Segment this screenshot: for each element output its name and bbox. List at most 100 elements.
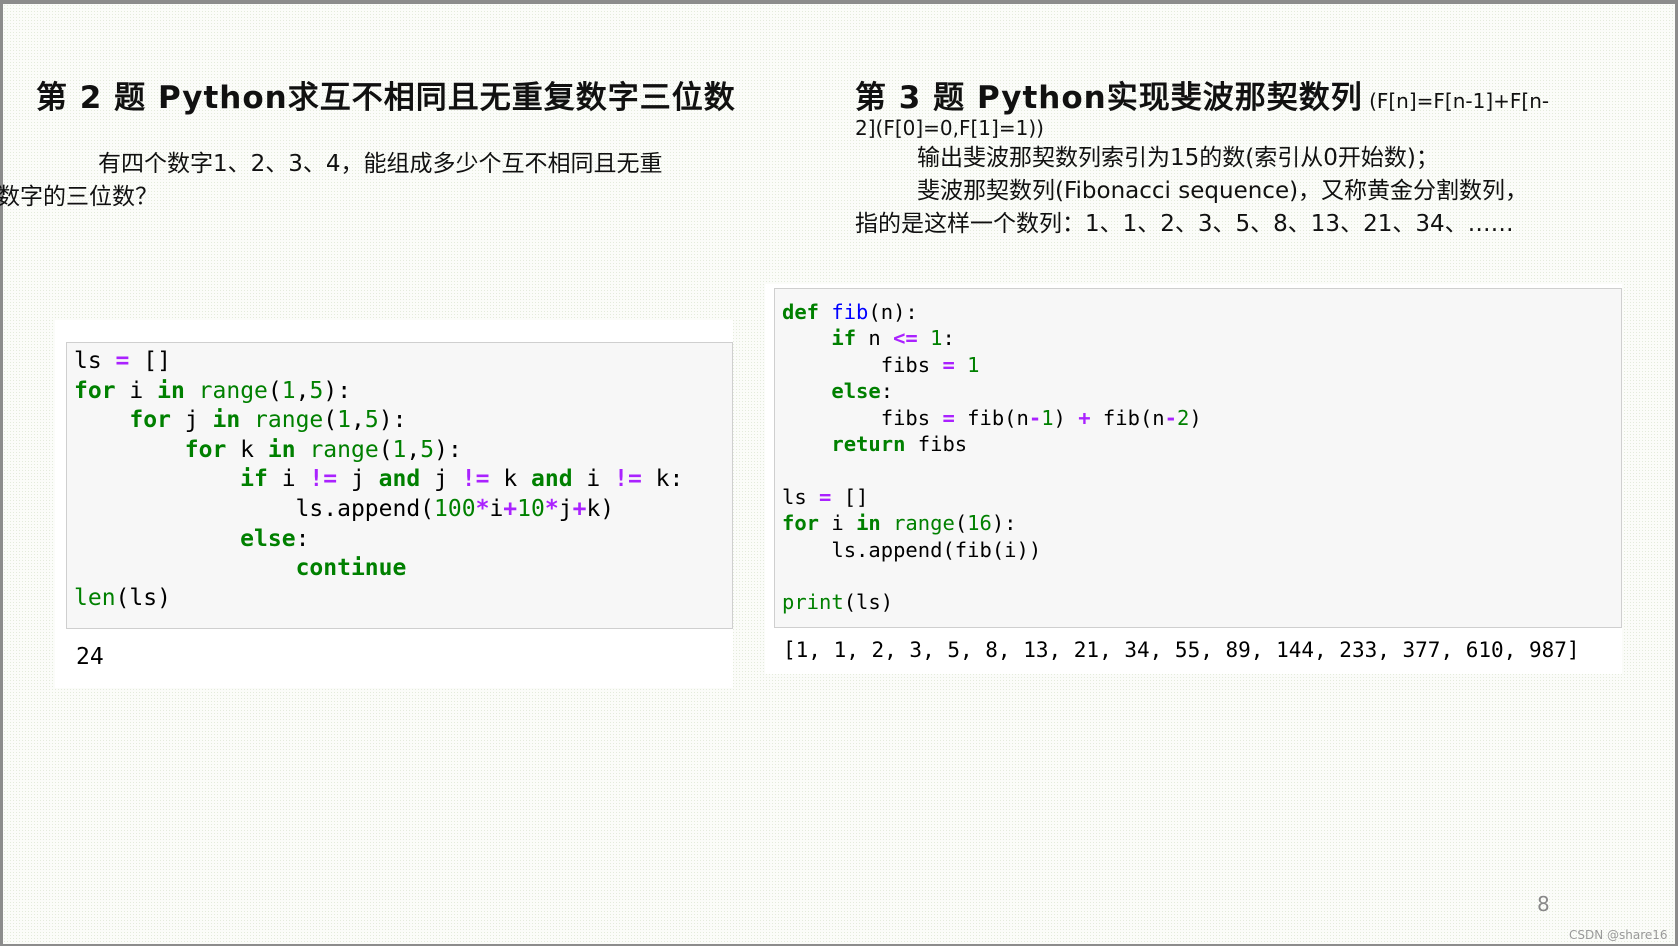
code-token: 1 bbox=[337, 407, 352, 434]
code-token: in bbox=[157, 377, 185, 404]
desc-line: 输出斐波那契数列索引为15的数(索引从0开始数)； bbox=[917, 145, 1439, 171]
code-line: else: bbox=[782, 378, 1614, 404]
code-token: ( bbox=[323, 407, 338, 434]
code-line: for i in range(16): bbox=[782, 510, 1614, 536]
code-token: != bbox=[309, 466, 338, 493]
code-token: ( bbox=[378, 436, 393, 463]
code-token: <= bbox=[893, 326, 918, 351]
code-token: in bbox=[267, 436, 296, 463]
code-token: + bbox=[503, 495, 518, 522]
left-code-block[interactable]: ls = [] for i in range(1,5): for j in ran… bbox=[66, 342, 733, 629]
code-token: 16 bbox=[967, 511, 992, 536]
code-token: in bbox=[212, 407, 241, 434]
code-token: 100 bbox=[434, 495, 476, 522]
code-token: def bbox=[782, 300, 820, 324]
code-token: ( bbox=[954, 511, 968, 536]
code-token: i bbox=[819, 511, 857, 536]
code-token: in bbox=[856, 511, 881, 536]
code-token: fib(n bbox=[954, 405, 1029, 430]
code-token: 5 bbox=[364, 407, 379, 434]
code-token: ): bbox=[323, 377, 352, 404]
code-token: 1 bbox=[281, 377, 296, 404]
code-token: n bbox=[856, 326, 894, 351]
left-description: 有四个数字1、2、3、4，能组成多少个互不相同且无重复数字的三位数？ bbox=[0, 148, 776, 214]
slide: 第 2 题 Python求互不相同且无重复数字三位数 有四个数字1、2、3、4，… bbox=[0, 4, 1675, 944]
code-token: i bbox=[115, 377, 158, 404]
code-token: ): bbox=[434, 436, 462, 463]
code-token: ls.append( bbox=[74, 495, 435, 522]
code-token: j bbox=[558, 495, 573, 522]
code-token: + bbox=[572, 495, 587, 522]
code-token: len bbox=[74, 584, 116, 611]
code-line: ls = [] bbox=[74, 347, 725, 377]
code-token: else bbox=[240, 525, 296, 552]
code-line: def fib(n): bbox=[782, 299, 1614, 325]
code-line: continue bbox=[74, 554, 725, 584]
code-token: 1 bbox=[392, 436, 407, 463]
watermark: CSDN @share16 bbox=[1569, 928, 1668, 942]
code-token: fib bbox=[831, 300, 869, 324]
code-token: ) bbox=[1053, 405, 1079, 430]
code-line: fibs = 1 bbox=[782, 352, 1614, 378]
code-token: fibs bbox=[905, 432, 968, 457]
code-line: for i in range(1,5): bbox=[74, 377, 725, 407]
code-line: if i != j and j != k and i != k: bbox=[74, 465, 725, 495]
code-token: i bbox=[572, 466, 615, 493]
code-token: k) bbox=[586, 495, 615, 522]
code-token: (ls) bbox=[843, 590, 894, 615]
code-line: print(ls) bbox=[782, 589, 1614, 615]
code-token: ): bbox=[991, 511, 1017, 536]
right-title-text: 第 3 题 Python实现斐波那契数列 bbox=[855, 80, 1363, 116]
code-token: range bbox=[198, 377, 268, 404]
code-token: = bbox=[819, 484, 832, 509]
code-token: [] bbox=[129, 348, 171, 374]
formula: (F[n]=F[n-1]+F[n- bbox=[1362, 89, 1550, 113]
code-token: * bbox=[544, 495, 559, 522]
code-token: 5 bbox=[420, 436, 435, 463]
right-code-block[interactable]: def fib(n): if n <= 1: fibs = 1 else: fi… bbox=[774, 288, 1622, 628]
code-token: ls bbox=[74, 348, 116, 374]
right-output: [1, 1, 2, 3, 5, 8, 13, 21, 34, 55, 89, 1… bbox=[783, 638, 1580, 662]
code-token: , bbox=[406, 436, 421, 463]
left-title: 第 2 题 Python求互不相同且无重复数字三位数 bbox=[36, 80, 736, 116]
code-token: 5 bbox=[309, 377, 324, 404]
code-token: [] bbox=[831, 484, 869, 509]
code-token: j bbox=[420, 466, 462, 493]
code-token: 2 bbox=[1176, 405, 1190, 430]
code-token: print bbox=[782, 590, 844, 615]
code-token: else bbox=[831, 379, 881, 404]
code-token: return bbox=[831, 432, 906, 457]
code-line: if n <= 1: bbox=[782, 325, 1614, 351]
code-token: if bbox=[240, 466, 268, 493]
code-token: j bbox=[170, 407, 213, 434]
code-token: range bbox=[893, 511, 955, 536]
code-line: return fibs bbox=[782, 431, 1614, 457]
code-token: = bbox=[942, 352, 955, 377]
code-token: for bbox=[129, 407, 171, 434]
code-token: - bbox=[1164, 405, 1177, 430]
code-token: - bbox=[1028, 405, 1042, 430]
code-token: ): bbox=[378, 407, 407, 434]
code-token: k bbox=[226, 436, 268, 463]
code-token: and bbox=[378, 466, 421, 493]
code-line: ls.append(100*i+10*j+k) bbox=[74, 495, 725, 525]
code-token: != bbox=[614, 466, 642, 493]
code-token: continue bbox=[295, 555, 407, 582]
code-token: ) bbox=[1189, 405, 1202, 430]
desc-line: 有四个数字1、2、3、4，能组成多少个互不相同且无重 bbox=[98, 151, 663, 177]
code-token: : bbox=[880, 379, 894, 404]
right-description: 输出斐波那契数列索引为15的数(索引从0开始数)； 斐波那契数列(Fibonac… bbox=[855, 142, 1528, 241]
